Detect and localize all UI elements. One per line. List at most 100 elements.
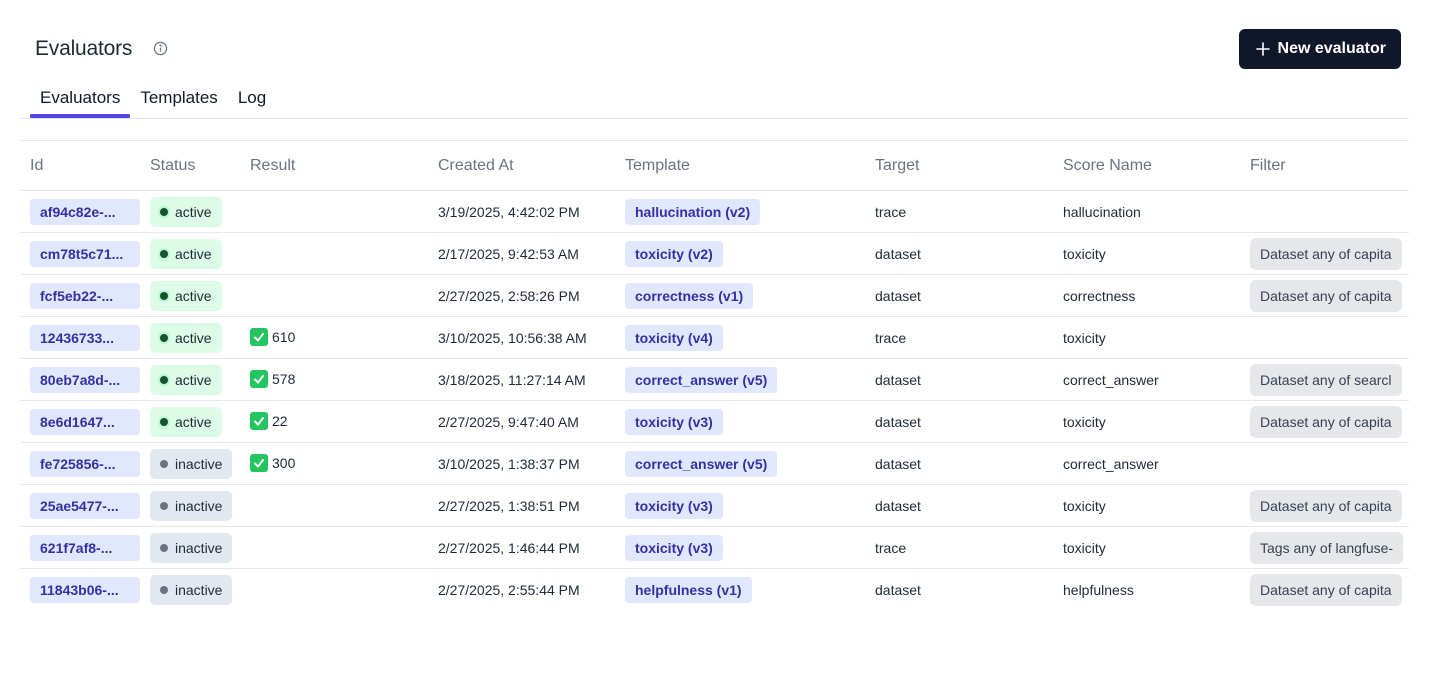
- table-row[interactable]: 12436733... active 610 3/10/2025, 10:56:38 …: [20, 317, 1409, 359]
- cell-id: 80eb7a8d-...: [20, 359, 140, 401]
- cell-score-name: hallucination: [1053, 191, 1240, 233]
- status-dot-icon: [160, 543, 168, 552]
- evaluator-id-link[interactable]: 11843b06-...: [30, 576, 140, 603]
- page-title: Evaluators: [35, 37, 133, 60]
- new-evaluator-button[interactable]: New evaluator: [1238, 29, 1401, 69]
- cell-created-at: 2/27/2025, 1:46:44 PM: [428, 527, 615, 569]
- column-header-result[interactable]: Result: [240, 141, 428, 191]
- tab-log[interactable]: Log: [228, 84, 276, 119]
- column-header-template[interactable]: Template: [615, 141, 865, 191]
- evaluator-id-link[interactable]: 25ae5477-...: [30, 492, 140, 519]
- cell-target: dataset: [865, 485, 1053, 527]
- table-body: af94c82e-... active 3/19/2025, 4:42:02 PM h…: [20, 191, 1409, 611]
- evaluator-id-link[interactable]: fe725856-...: [30, 450, 140, 477]
- evaluator-id-link[interactable]: af94c82e-...: [30, 198, 140, 225]
- cell-template: correct_answer (v5): [615, 443, 865, 485]
- table-row[interactable]: fcf5eb22-... active 2/27/2025, 2:58:26 PM c…: [20, 275, 1409, 317]
- cell-target: dataset: [865, 443, 1053, 485]
- table-row[interactable]: 25ae5477-... inactive 2/27/2025, 1:38:51 P…: [20, 485, 1409, 527]
- table-row[interactable]: cm78t5c71... active 2/17/2025, 9:42:53 AM t…: [20, 233, 1409, 275]
- target-value: trace: [875, 539, 907, 556]
- cell-score-name: toxicity: [1053, 233, 1240, 275]
- table-row[interactable]: 621f7af8-... inactive 2/27/2025, 1:46:44 P…: [20, 527, 1409, 569]
- tab-bar: Evaluators Templates Log: [30, 84, 276, 119]
- template-link[interactable]: correct_answer (v5): [625, 366, 778, 393]
- target-value: dataset: [875, 287, 921, 304]
- cell-created-at: 3/19/2025, 4:42:02 PM: [428, 191, 615, 233]
- status-label: inactive: [175, 581, 223, 598]
- target-value: dataset: [875, 371, 921, 388]
- evaluator-id-link[interactable]: 80eb7a8d-...: [30, 366, 140, 393]
- result-value: 610: [250, 328, 295, 346]
- cell-target: dataset: [865, 401, 1053, 443]
- cell-created-at: 3/10/2025, 1:38:37 PM: [428, 443, 615, 485]
- cell-template: correctness (v1): [615, 275, 865, 317]
- created-at-value: 2/27/2025, 1:46:44 PM: [438, 539, 580, 556]
- table-row[interactable]: fe725856-... inactive 300 3/10/2025, 1:38:3…: [20, 443, 1409, 485]
- table-row[interactable]: 11843b06-... inactive 2/27/2025, 2:55:44 P…: [20, 569, 1409, 611]
- cell-template: toxicity (v2): [615, 233, 865, 275]
- filter-badge: Tags any of langfuse-: [1250, 531, 1404, 564]
- status-dot-icon: [160, 375, 168, 384]
- template-link[interactable]: correct_answer (v5): [625, 450, 778, 477]
- evaluators-table: Id Status Result Created At Template Target Sc…: [20, 140, 1409, 611]
- evaluator-id-link[interactable]: 8e6d1647...: [30, 408, 140, 435]
- tab-evaluators[interactable]: Evaluators: [30, 84, 131, 119]
- info-circle-icon[interactable]: [153, 41, 168, 56]
- target-value: dataset: [875, 245, 921, 262]
- created-at-value: 2/27/2025, 1:38:51 PM: [438, 497, 580, 514]
- template-link[interactable]: toxicity (v3): [625, 534, 723, 561]
- template-link[interactable]: toxicity (v4): [625, 324, 723, 351]
- template-link[interactable]: correctness (v1): [625, 282, 754, 309]
- status-label: inactive: [175, 455, 223, 472]
- status-badge: active: [150, 322, 222, 353]
- cell-target: trace: [865, 527, 1053, 569]
- cell-template: toxicity (v3): [615, 485, 865, 527]
- cell-score-name: helpfulness: [1053, 569, 1240, 611]
- column-header-target[interactable]: Target: [865, 141, 1053, 191]
- table-row[interactable]: 80eb7a8d-... active 578 3/18/2025, 11:27:14…: [20, 359, 1409, 401]
- evaluators-panel: Evaluators New evaluator Evaluators Templ…: [20, 21, 1409, 621]
- column-header-id[interactable]: Id: [20, 141, 140, 191]
- evaluator-id-link[interactable]: 12436733...: [30, 324, 140, 351]
- cell-target: trace: [865, 317, 1053, 359]
- cell-id: 11843b06-...: [20, 569, 140, 611]
- cell-id: fcf5eb22-...: [20, 275, 140, 317]
- status-dot-icon: [160, 333, 168, 342]
- created-at-value: 2/17/2025, 9:42:53 AM: [438, 245, 579, 262]
- cell-result: [240, 485, 428, 527]
- template-link[interactable]: helpfulness (v1): [625, 576, 752, 603]
- cell-created-at: 3/10/2025, 10:56:38 AM: [428, 317, 615, 359]
- column-header-created-at[interactable]: Created At: [428, 141, 615, 191]
- template-link[interactable]: toxicity (v2): [625, 240, 723, 267]
- result-count: 578: [272, 371, 296, 387]
- evaluator-id-link[interactable]: cm78t5c71...: [30, 240, 140, 267]
- status-dot-icon: [160, 417, 168, 426]
- tab-templates[interactable]: Templates: [130, 84, 227, 119]
- evaluator-id-link[interactable]: fcf5eb22-...: [30, 282, 140, 309]
- table-row[interactable]: af94c82e-... active 3/19/2025, 4:42:02 PM h…: [20, 191, 1409, 233]
- cell-filter: Tags any of langfuse-: [1240, 527, 1409, 569]
- column-header-filter[interactable]: Filter: [1240, 141, 1409, 191]
- status-badge: active: [150, 406, 222, 437]
- cell-result: [240, 233, 428, 275]
- cell-status: active: [140, 191, 240, 233]
- template-link[interactable]: toxicity (v3): [625, 408, 723, 435]
- result-count: 300: [272, 455, 296, 471]
- template-link[interactable]: toxicity (v3): [625, 492, 723, 519]
- cell-score-name: toxicity: [1053, 485, 1240, 527]
- cell-created-at: 2/17/2025, 9:42:53 AM: [428, 233, 615, 275]
- table-row[interactable]: 8e6d1647... active 22 2/27/2025, 9:47:40 AM…: [20, 401, 1409, 443]
- target-value: dataset: [875, 413, 921, 430]
- evaluator-id-link[interactable]: 621f7af8-...: [30, 534, 140, 561]
- page-header: Evaluators New evaluator Evaluators Templ…: [20, 21, 1409, 119]
- column-header-status[interactable]: Status: [140, 141, 240, 191]
- column-header-score-name[interactable]: Score Name: [1053, 141, 1240, 191]
- cell-filter: Dataset any of capita: [1240, 233, 1409, 275]
- status-badge: active: [150, 196, 222, 227]
- template-link[interactable]: hallucination (v2): [625, 198, 761, 225]
- check-mark-icon: [250, 454, 268, 472]
- cell-status: active: [140, 233, 240, 275]
- cell-template: correct_answer (v5): [615, 359, 865, 401]
- status-badge: active: [150, 364, 222, 395]
